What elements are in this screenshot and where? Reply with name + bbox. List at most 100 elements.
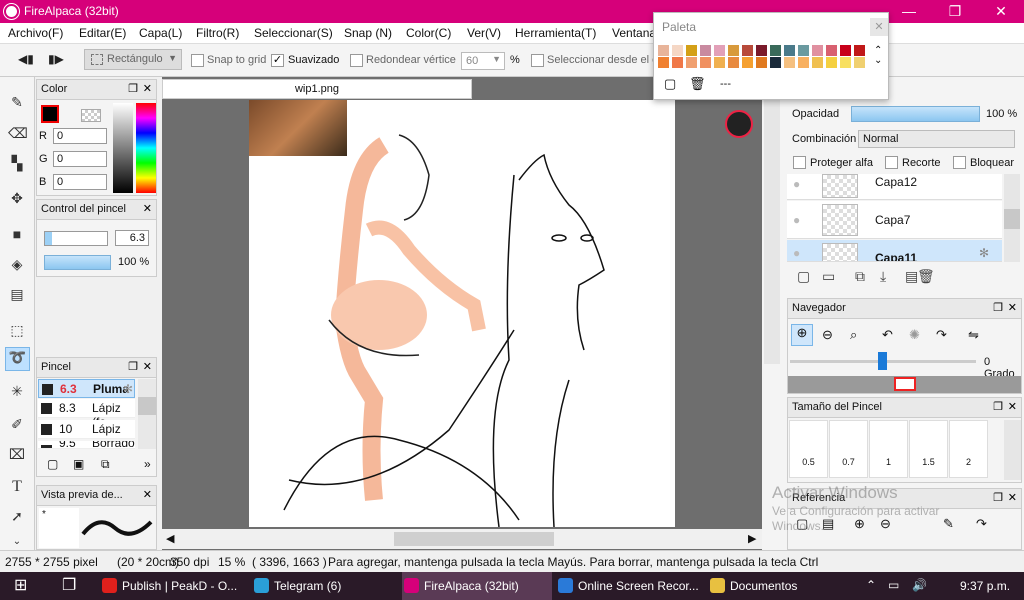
zoom-out-icon[interactable]: ⊖ <box>822 327 833 343</box>
value-slider[interactable] <box>113 103 133 193</box>
palette-swatch[interactable] <box>658 45 669 56</box>
menu-editar[interactable]: Editar(E) <box>79 26 126 40</box>
eraser-tool-icon[interactable]: ⌫ <box>8 124 28 142</box>
close-icon[interactable]: ✕ <box>143 360 152 373</box>
volume-icon[interactable]: 🔊 <box>912 578 927 592</box>
menu-herramienta[interactable]: Herramienta(T) <box>515 26 596 40</box>
select-tool-icon[interactable]: ⬚ <box>8 321 26 339</box>
text-tool-icon[interactable]: T <box>8 478 26 496</box>
new-folder-icon[interactable]: ▭ <box>822 268 835 285</box>
select-pen-icon[interactable]: ✐ <box>8 415 26 433</box>
palette-swatch[interactable] <box>756 57 767 68</box>
palette-swatch[interactable] <box>742 45 753 56</box>
viewport-box[interactable] <box>894 377 916 391</box>
alpaca-mascot-icon[interactable] <box>725 110 753 138</box>
brush-item[interactable]: 9.5 Borrado <box>38 441 135 449</box>
start-icon[interactable]: ⊞ <box>14 575 27 595</box>
palette-swatch[interactable] <box>728 57 739 68</box>
scroll-left-icon[interactable]: ◀ <box>166 532 174 545</box>
brush-item[interactable]: 8.3Lápiz (fo <box>38 399 135 429</box>
taskbar-item[interactable]: Online Screen Recor... <box>556 572 704 600</box>
dock-icon[interactable]: ❐ <box>993 491 1003 504</box>
gear-icon[interactable]: ✻ <box>123 382 133 396</box>
clock[interactable]: 9:37 p.m. <box>960 579 1010 593</box>
close-icon[interactable]: ✕ <box>870 18 888 36</box>
scroll-right-icon[interactable]: ▶ <box>748 532 756 545</box>
taskbar-item[interactable]: Documentos <box>708 572 848 600</box>
menu-capa[interactable]: Capa(L) <box>139 26 182 40</box>
close-icon[interactable]: ✕ <box>1008 400 1017 413</box>
rotation-slider-thumb[interactable] <box>878 352 887 370</box>
antialias-checkbox[interactable]: ✓ <box>271 54 284 67</box>
palette-swatch[interactable] <box>770 57 781 68</box>
close-icon[interactable]: ✕ <box>1008 301 1017 314</box>
brush-size-cell[interactable]: 0.5 <box>789 420 828 478</box>
dock-icon[interactable]: ❐ <box>128 82 138 95</box>
r-input[interactable]: 0 <box>53 128 107 144</box>
dock-icon[interactable]: ❐ <box>128 360 138 373</box>
transparent-swatch[interactable] <box>81 109 101 122</box>
brush-size-cell[interactable]: 0.7 <box>829 420 868 478</box>
brush-list-scrollbar[interactable] <box>138 379 156 449</box>
protect-alpha-checkbox[interactable] <box>793 156 806 169</box>
hue-slider[interactable] <box>136 103 156 193</box>
menu-snap[interactable]: Snap (N) <box>344 26 392 40</box>
taskbar-item[interactable]: Telegram (6) <box>252 572 398 600</box>
lock-checkbox[interactable] <box>953 156 966 169</box>
delete-layer-icon[interactable]: 🗑 <box>917 268 935 285</box>
gradient-tool-icon[interactable]: ▤ <box>8 285 26 303</box>
palette-swatch[interactable] <box>840 57 851 68</box>
zoom-in-icon[interactable]: ⊕ <box>791 324 813 346</box>
layer-opacity-slider[interactable] <box>851 106 980 122</box>
layer-row[interactable]: ● Capa12 <box>787 174 1002 200</box>
brush-size-value[interactable]: 6.3 <box>115 230 149 246</box>
more-tools-icon[interactable]: ⌄ <box>8 533 26 551</box>
snap-grid-checkbox[interactable] <box>191 54 204 67</box>
primary-color-swatch[interactable] <box>41 105 59 123</box>
document-tab[interactable]: wip1.png <box>162 79 472 99</box>
select-eraser-icon[interactable]: ⌧ <box>8 445 26 463</box>
blend-mode-select[interactable]: Normal <box>858 130 1015 148</box>
layer-scrollbar[interactable] <box>764 99 780 364</box>
gear-icon[interactable]: ✻ <box>979 246 989 260</box>
layer-row[interactable]: ● Capa7 <box>787 201 1002 239</box>
palette-swatch[interactable] <box>784 57 795 68</box>
chevron-up-icon[interactable]: ⌃ <box>866 578 876 592</box>
minimize-button[interactable]: — <box>886 0 932 23</box>
close-button[interactable]: ✕ <box>978 0 1024 23</box>
layer-row-selected[interactable]: ● Capa11 ✻ <box>787 240 1002 262</box>
select-from-checkbox[interactable] <box>531 54 544 67</box>
brush-item[interactable]: 10 Lápiz <box>38 420 135 439</box>
brush-size-scrollbar[interactable] <box>1004 420 1021 480</box>
task-view-icon[interactable]: ❐ <box>62 575 76 595</box>
scroll-thumb[interactable] <box>394 532 554 546</box>
palette-swatch[interactable] <box>756 45 767 56</box>
horizontal-scrollbar[interactable]: ◀ ▶ <box>162 529 762 549</box>
prev-icon[interactable]: ◀▮ <box>18 52 34 66</box>
rotate-reset-icon[interactable]: ✺ <box>909 327 920 343</box>
menu-ver[interactable]: Ver(V) <box>467 26 501 40</box>
eyedropper-icon[interactable]: ✎ <box>943 516 954 532</box>
palette-swatch[interactable] <box>672 45 683 56</box>
palette-swatch[interactable] <box>700 57 711 68</box>
menu-ventana[interactable]: Ventana <box>612 26 656 40</box>
brush-size-cell[interactable]: 1.5 <box>909 420 948 478</box>
brush-settings-icon[interactable]: ▣ <box>73 457 84 471</box>
palette-scroll-down-icon[interactable]: ⌄ <box>874 55 882 66</box>
palette-swatch[interactable] <box>784 45 795 56</box>
brush-import-icon[interactable]: ⧉ <box>101 457 110 472</box>
delete-palette-icon[interactable]: 🗑 <box>689 76 706 92</box>
menu-archivo[interactable]: Archivo(F) <box>8 26 63 40</box>
lasso-tool-icon[interactable]: ➰ <box>5 347 30 371</box>
visibility-icon[interactable]: ● <box>793 177 800 191</box>
clip-checkbox[interactable] <box>885 156 898 169</box>
palette-swatch[interactable] <box>812 57 823 68</box>
g-input[interactable]: 0 <box>53 151 107 167</box>
brush-opacity-slider[interactable] <box>44 255 111 270</box>
taskbar-item[interactable]: Publish | PeakD - O... <box>100 572 246 600</box>
rotate-left-icon[interactable]: ↶ <box>882 327 893 343</box>
ref-rotate-icon[interactable]: ↷ <box>976 516 987 532</box>
brush-size-cell[interactable]: 2 <box>949 420 988 478</box>
palette-swatch[interactable] <box>854 57 865 68</box>
layer-list-scrollbar[interactable] <box>1004 174 1020 262</box>
